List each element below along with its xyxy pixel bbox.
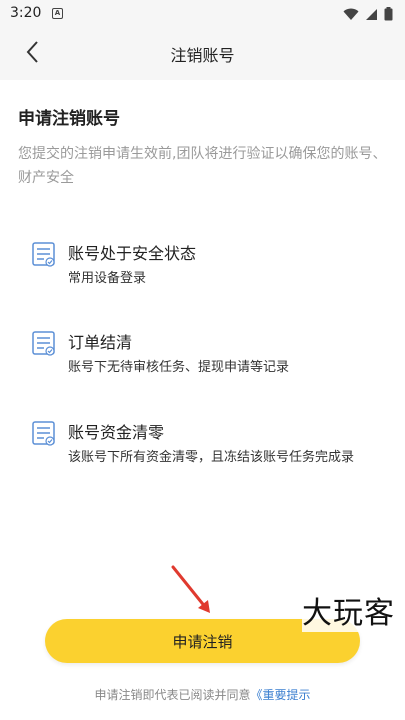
page-title: 注销账号 — [170, 46, 235, 65]
notification-app-icon: A — [52, 8, 63, 19]
annotation-arrow-icon — [171, 565, 210, 613]
agreement-link[interactable]: 《重要提示 — [251, 688, 311, 702]
condition-title: 订单结清 — [68, 333, 133, 352]
condition-subtitle: 该账号下所有资金清零，且冻结该账号任务完成录 — [68, 450, 355, 465]
condition-title: 账号处于安全状态 — [68, 244, 197, 263]
status-time: 3:20 — [10, 5, 42, 21]
section-description: 您提交的注销申请生效前,团队将进行验证以确保您的账号、财产安全 — [18, 146, 387, 186]
status-icons — [343, 7, 393, 21]
condition-title: 账号资金清零 — [68, 423, 165, 442]
agreement-text: 申请注销即代表已阅读并同意《重要提示 — [0, 686, 405, 703]
section-title: 申请注销账号 — [18, 109, 120, 129]
condition-subtitle: 常用设备登录 — [68, 271, 147, 286]
document-list-icon — [32, 331, 55, 356]
battery-icon — [384, 7, 393, 21]
document-list-icon — [32, 242, 55, 267]
watermark-logo: 大玩客 — [302, 588, 395, 632]
wifi-icon — [343, 8, 359, 20]
signal-icon — [366, 8, 377, 20]
nav-bar: 注销账号 — [0, 28, 405, 76]
condition-subtitle: 账号下无待审核任务、提现申请等记录 — [68, 360, 290, 375]
agreement-prefix: 申请注销即代表已阅读并同意 — [94, 688, 251, 702]
document-list-icon — [32, 421, 55, 446]
status-bar: 3:20 A — [0, 0, 405, 28]
